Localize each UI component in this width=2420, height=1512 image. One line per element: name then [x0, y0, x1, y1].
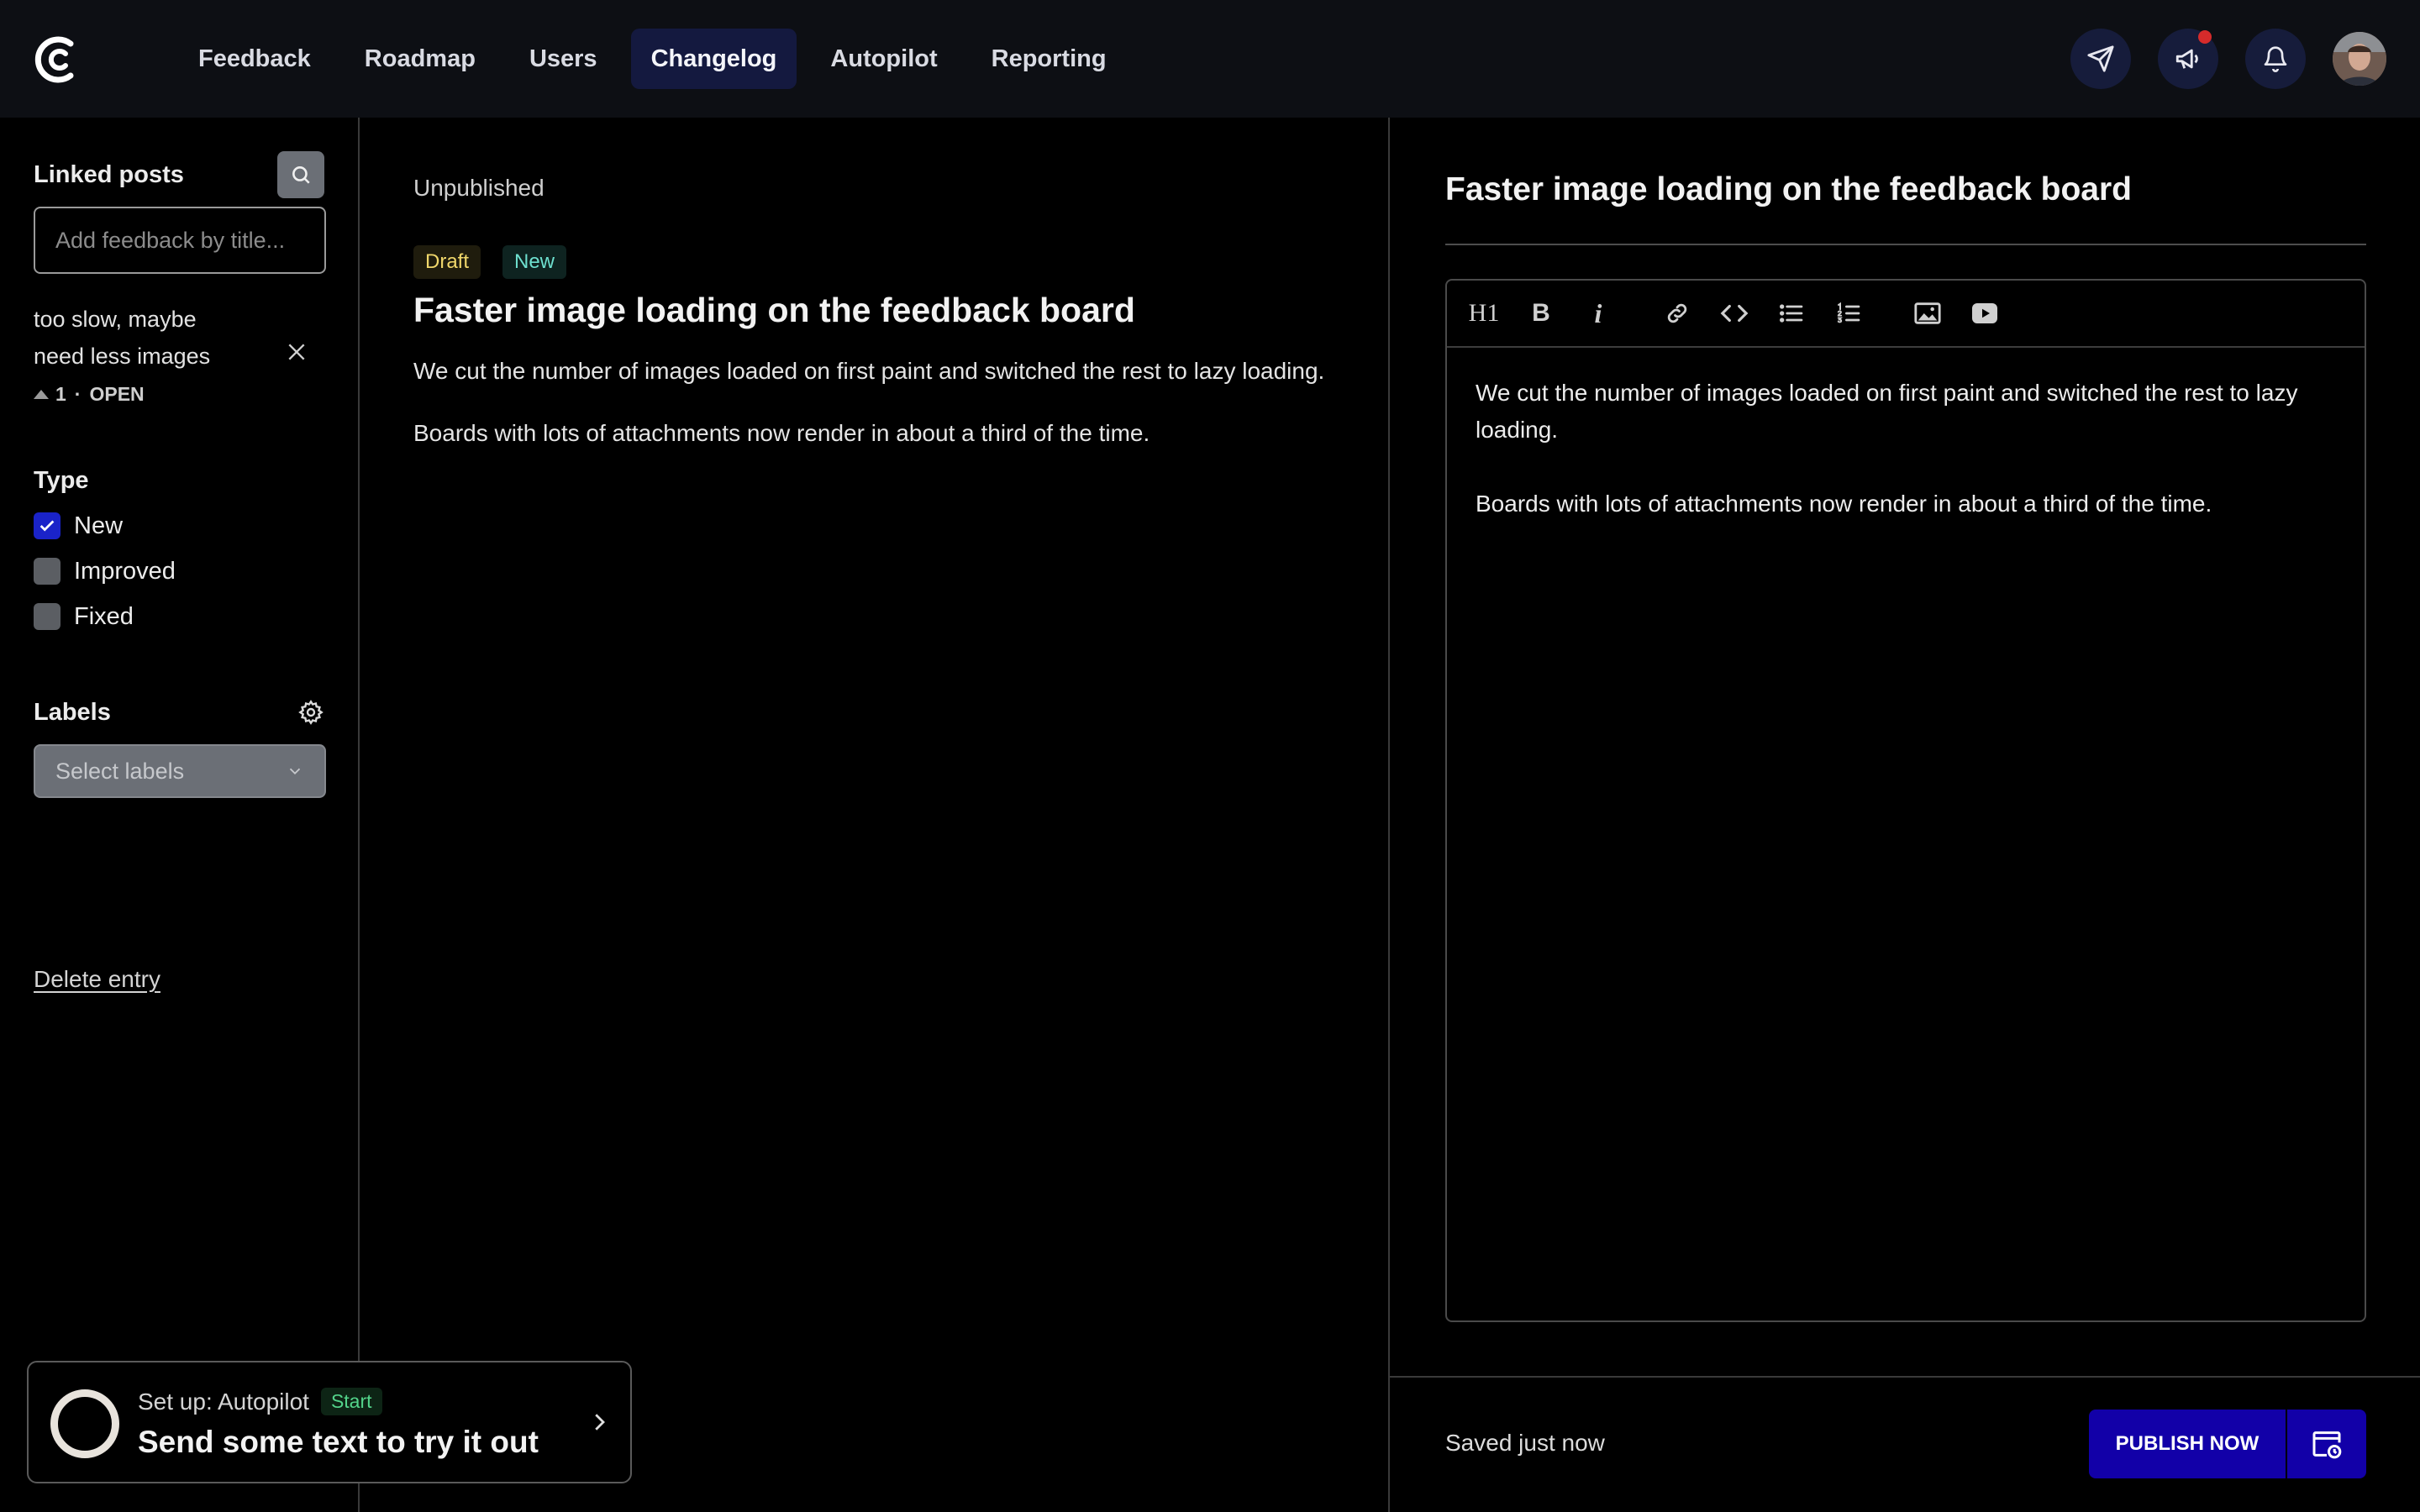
type-option-new[interactable]: New — [34, 511, 123, 541]
code-icon — [1720, 304, 1749, 323]
linked-post-status: OPEN — [89, 383, 145, 405]
code-button[interactable] — [1716, 295, 1753, 332]
schedule-publish-button[interactable] — [2287, 1410, 2366, 1478]
chevron-right-icon — [587, 1410, 612, 1435]
top-navigation-bar: Feedback Roadmap Users Changelog Autopil… — [0, 0, 2420, 118]
linked-post-votes: 1 — [55, 383, 66, 405]
numbered-list-icon — [1837, 302, 1860, 323]
preview-paragraph: We cut the number of images loaded on fi… — [413, 358, 1325, 384]
video-icon — [1972, 303, 1997, 323]
nav-feedback[interactable]: Feedback — [178, 29, 331, 89]
meta-separator: · — [74, 383, 82, 405]
bell-icon — [2264, 46, 2287, 72]
nav-reporting[interactable]: Reporting — [971, 29, 1127, 89]
preview-title: Faster image loading on the feedback boa… — [413, 291, 1135, 329]
main-nav: Feedback Roadmap Users Changelog Autopil… — [178, 29, 1140, 89]
setup-headline: Send some text to try it out — [138, 1425, 539, 1459]
new-badge: New — [502, 245, 567, 279]
editor-content[interactable]: We cut the number of images loaded on fi… — [1447, 348, 2365, 586]
notifications-button[interactable] — [2245, 29, 2306, 89]
linked-post-title[interactable]: too slow, maybe need less images — [34, 301, 252, 375]
nav-right-actions — [2044, 29, 2386, 89]
linked-post-meta: 1 · OPEN — [34, 383, 145, 406]
heading-button[interactable]: H1 — [1465, 295, 1502, 332]
italic-button[interactable]: i — [1580, 295, 1617, 332]
bold-button[interactable]: B — [1523, 295, 1560, 332]
image-button[interactable] — [1909, 295, 1946, 332]
video-button[interactable] — [1966, 295, 2003, 332]
type-label-improved: Improved — [74, 557, 176, 585]
start-badge: Start — [320, 1388, 382, 1415]
checkbox-fixed[interactable] — [34, 603, 60, 630]
type-option-improved[interactable]: Improved — [34, 556, 176, 586]
setup-line: Set up: Autopilot Start — [138, 1388, 382, 1415]
search-icon — [292, 166, 310, 184]
checkbox-new[interactable] — [34, 512, 60, 539]
image-icon — [1914, 302, 1941, 324]
add-feedback-input[interactable] — [34, 207, 326, 274]
upvote-icon — [34, 390, 49, 399]
labels-select[interactable]: Select labels — [34, 744, 326, 798]
app-logo-icon[interactable] — [34, 32, 84, 87]
type-option-fixed[interactable]: Fixed — [34, 601, 134, 632]
type-label-fixed: Fixed — [74, 602, 134, 630]
unlink-post-button[interactable] — [282, 338, 311, 366]
preview-body: We cut the number of images loaded on fi… — [413, 353, 1355, 477]
numbered-list-button[interactable] — [1830, 295, 1867, 332]
entry-preview: Unpublished Draft New Faster image loadi… — [361, 118, 1388, 1512]
footer-divider — [1390, 1376, 2420, 1378]
calendar-clock-icon — [2312, 1431, 2342, 1459]
labels-heading: Labels — [34, 699, 111, 726]
bold-icon: B — [1532, 299, 1550, 327]
autopilot-setup-card[interactable]: Set up: Autopilot Start Send some text t… — [27, 1361, 632, 1483]
publish-status: Unpublished — [413, 175, 544, 201]
gear-icon — [298, 700, 324, 725]
delete-entry-link[interactable]: Delete entry — [34, 966, 160, 993]
rich-text-editor: H1 B i We cut the number of images loade… — [1445, 279, 2366, 1322]
close-icon — [288, 344, 305, 360]
italic-icon: i — [1594, 297, 1602, 328]
bullet-list-icon — [1780, 304, 1803, 323]
search-button[interactable] — [277, 151, 324, 198]
publish-now-button[interactable]: PUBLISH NOW — [2089, 1410, 2286, 1478]
editor-paragraph[interactable]: We cut the number of images loaded on fi… — [1476, 375, 2336, 449]
type-heading: Type — [34, 467, 89, 494]
nav-roadmap[interactable]: Roadmap — [345, 29, 496, 89]
send-button[interactable] — [2070, 29, 2131, 89]
labels-select-placeholder: Select labels — [55, 758, 185, 784]
user-avatar[interactable] — [2333, 32, 2386, 86]
editor-paragraph[interactable]: Boards with lots of attachments now rend… — [1476, 486, 2336, 522]
bullet-list-button[interactable] — [1773, 295, 1810, 332]
entry-settings-sidebar: Linked posts too slow, maybe need less i… — [0, 118, 360, 1512]
setup-prefix: Set up: Autopilot — [138, 1388, 309, 1415]
announcements-button[interactable] — [2158, 29, 2218, 89]
title-divider — [1445, 244, 2366, 245]
draft-badge: Draft — [413, 245, 481, 279]
labels-settings-button[interactable] — [297, 699, 324, 726]
editor-toolbar: H1 B i — [1447, 281, 2365, 348]
preview-paragraph: Boards with lots of attachments now rend… — [413, 420, 1150, 446]
link-icon — [1667, 303, 1687, 323]
chevron-down-icon — [289, 768, 301, 775]
editor-title-input[interactable]: Faster image loading on the feedback boa… — [1445, 171, 2132, 208]
entry-editor-pane: Faster image loading on the feedback boa… — [1388, 118, 2420, 1512]
nav-changelog[interactable]: Changelog — [630, 29, 797, 89]
heading-icon: H1 — [1468, 299, 1500, 327]
linked-posts-heading: Linked posts — [34, 161, 184, 188]
save-status: Saved just now — [1445, 1430, 1605, 1456]
nav-autopilot[interactable]: Autopilot — [810, 29, 957, 89]
link-button[interactable] — [1659, 295, 1696, 332]
notification-dot — [2198, 30, 2212, 44]
progress-ring — [50, 1389, 119, 1458]
type-label-new: New — [74, 512, 124, 539]
check-icon — [39, 520, 55, 532]
checkbox-improved[interactable] — [34, 558, 60, 585]
send-icon — [2087, 45, 2114, 72]
megaphone-icon — [2175, 49, 2198, 69]
nav-users[interactable]: Users — [509, 29, 618, 89]
